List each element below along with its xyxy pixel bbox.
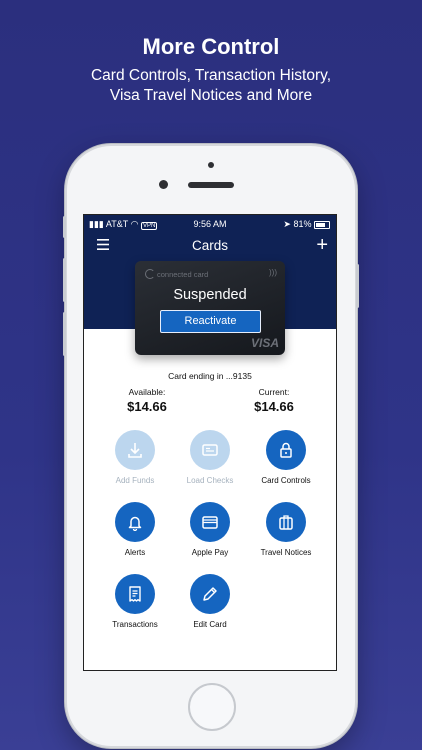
phone-frame: ▮▮▮ AT&T ◠ VPN 9:56 AM ➤ 81% Cards + con… — [63, 146, 359, 746]
card-brand: connected card — [157, 270, 209, 279]
card-controls-button[interactable]: Card Controls — [248, 430, 324, 485]
app-screen: ▮▮▮ AT&T ◠ VPN 9:56 AM ➤ 81% Cards + con… — [83, 214, 337, 671]
card-controls-label: Card Controls — [261, 476, 311, 485]
card-network: VISA — [250, 336, 279, 350]
battery-icon — [314, 220, 330, 229]
card-ending: Card ending in ...9135 — [168, 371, 252, 381]
alerts-label: Alerts — [124, 548, 146, 557]
card-controls-circle — [266, 430, 306, 470]
subline-line-1: Card Controls, Transaction History, — [90, 67, 332, 84]
alerts-circle — [115, 502, 155, 542]
transactions-circle — [115, 574, 155, 614]
front-camera — [159, 180, 168, 189]
home-button[interactable] — [188, 683, 236, 731]
suitcase-icon — [279, 515, 293, 530]
subline: Card Controls, Transaction History, Visa… — [0, 66, 422, 106]
subline-line-2: Visa Travel Notices and More — [109, 87, 313, 104]
wallet-icon — [202, 516, 218, 529]
add-funds-label: Add Funds — [115, 476, 155, 485]
travel-notices-circle — [266, 502, 306, 542]
status-battery: ➤ 81% — [283, 219, 330, 230]
location-icon: ➤ — [283, 219, 291, 229]
current-balance: Current: $14.66 — [234, 387, 314, 414]
add-funds-circle — [115, 430, 155, 470]
headline: More Control — [142, 34, 280, 59]
current-label: Current: — [258, 387, 290, 397]
check-icon — [202, 444, 218, 456]
bell-icon — [128, 516, 142, 531]
edit-card-button[interactable]: Edit Card — [172, 574, 248, 629]
transactions-button[interactable]: Transactions — [97, 574, 173, 629]
transactions-label: Transactions — [112, 620, 158, 629]
edit-card-label: Edit Card — [193, 620, 227, 629]
load-checks-circle — [190, 430, 230, 470]
card-image: connected card ))) Suspended Reactivate … — [135, 261, 285, 355]
pencil-icon — [203, 587, 217, 601]
power-button — [356, 264, 359, 308]
current-value: $14.66 — [254, 399, 294, 414]
card-logo-icon — [145, 269, 155, 279]
load-checks-button[interactable]: Load Checks — [172, 430, 248, 485]
apple-pay-label: Apple Pay — [191, 548, 229, 557]
alerts-button[interactable]: Alerts — [97, 502, 173, 557]
edit-card-circle — [190, 574, 230, 614]
reactivate-button[interactable]: Reactivate — [160, 310, 261, 333]
lock-icon — [280, 442, 292, 458]
earpiece-speaker — [188, 182, 234, 188]
travel-notices-button[interactable]: Travel Notices — [248, 502, 324, 557]
card-status: Suspended — [173, 287, 247, 303]
add-funds-button[interactable]: Add Funds — [97, 430, 173, 485]
mute-switch — [63, 216, 66, 238]
volume-down-button — [63, 312, 66, 356]
apple-pay-button[interactable]: Apple Pay — [172, 502, 248, 557]
proximity-sensor — [208, 162, 214, 168]
page-title: Cards — [191, 238, 228, 253]
add-card-icon[interactable]: + — [316, 235, 328, 255]
available-label: Available: — [128, 387, 166, 397]
download-icon — [128, 443, 142, 458]
battery-percent: 81% — [293, 219, 312, 229]
available-value: $14.66 — [127, 399, 167, 414]
contactless-icon: ))) — [269, 268, 277, 277]
volume-up-button — [63, 258, 66, 302]
receipt-icon — [129, 586, 141, 602]
available-balance: Available: $14.66 — [107, 387, 187, 414]
apple-pay-circle — [190, 502, 230, 542]
travel-notices-label: Travel Notices — [260, 548, 312, 557]
load-checks-label: Load Checks — [186, 476, 234, 485]
status-bar: ▮▮▮ AT&T ◠ VPN 9:56 AM ➤ 81% — [84, 215, 336, 233]
